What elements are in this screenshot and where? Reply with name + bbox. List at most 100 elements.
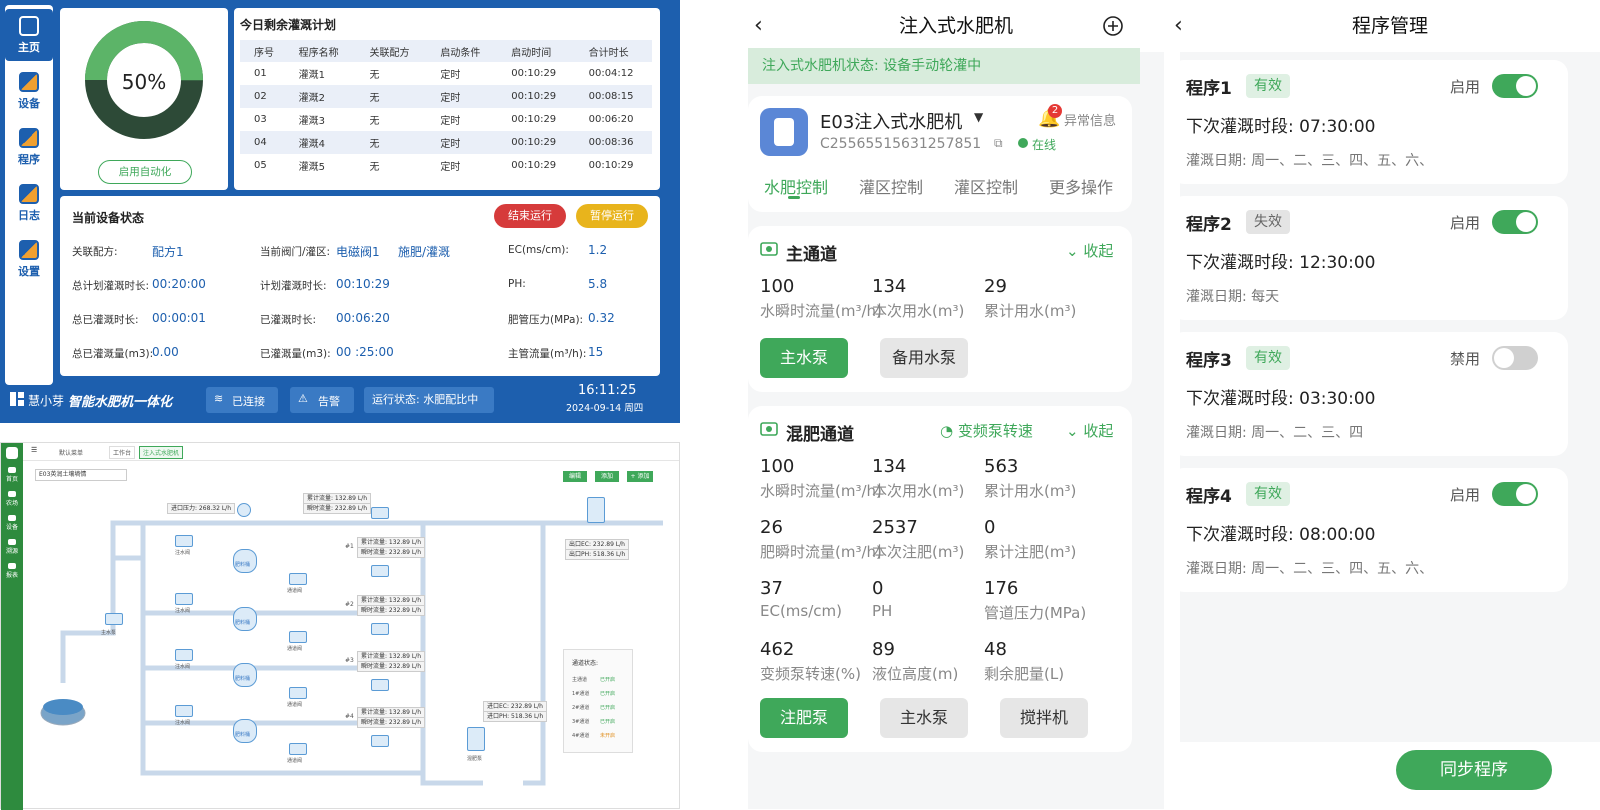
program-card: 程序4 有效 启用 下次灌溉时段: 08:00:00 灌溉日期: 周一、二、三、四、五、…	[1170, 468, 1568, 592]
table-cell: 03	[254, 114, 267, 125]
channel-number: #1	[345, 543, 354, 550]
table-cell: 00:08:15	[574, 85, 652, 108]
water-valve-node[interactable]	[175, 593, 193, 605]
mobile-program-management-screen: ‹ 程序管理 程序1 有效 启用 下次灌溉时段: 07:30:00 灌溉日期: 周一、二…	[1170, 0, 1600, 809]
stat-value: 2537	[872, 517, 918, 538]
collapse-main-button[interactable]: ⌄ 收起	[1066, 240, 1113, 261]
status-value: 1.2	[588, 243, 607, 257]
side-nav-item[interactable]: 报表	[1, 563, 23, 579]
table-cell: 灌溉3	[298, 116, 325, 127]
inlet-ph-label: 进口PH: 518.36 L/h	[483, 711, 548, 722]
alarm-text: 告警	[318, 395, 340, 408]
nav-item-1[interactable]: 设备	[5, 65, 53, 117]
inlet-pressure-label: 进口压力: 268.32 L/h	[167, 503, 235, 514]
nav-item-0[interactable]: 主页	[5, 9, 53, 61]
main-pump-node[interactable]	[105, 613, 123, 625]
flowmeter-node[interactable]	[371, 507, 389, 519]
program-toggle[interactable]	[1492, 210, 1538, 234]
tab-3[interactable]: 更多操作	[1049, 174, 1113, 198]
page-title: 注入式水肥机	[898, 15, 1013, 37]
stop-run-button[interactable]: 结束运行	[494, 204, 566, 228]
enable-automation-button[interactable]: 启用自动化	[98, 160, 192, 184]
log-icon	[19, 183, 39, 204]
nav-item-2[interactable]: 程序	[5, 121, 53, 173]
pass-valve-node[interactable]	[289, 687, 307, 699]
outlet-sensor-node[interactable]	[587, 497, 605, 523]
sync-program-button[interactable]: 同步程序	[1396, 750, 1552, 790]
pause-run-button[interactable]: 暂停运行	[576, 204, 648, 228]
device-serial: C25565515631257851	[820, 136, 982, 152]
water-valve-node[interactable]	[175, 649, 193, 661]
channel-flowmeter-node[interactable]	[371, 565, 389, 577]
nav-item-4[interactable]: 设置	[5, 233, 53, 285]
menu-icon[interactable]: ☰	[31, 446, 37, 454]
channel-flowmeter-node[interactable]	[371, 735, 389, 747]
vfd-speed-button[interactable]: ◔ 变频泵转速	[940, 420, 1033, 441]
back-icon[interactable]: ‹	[754, 0, 763, 52]
device-select[interactable]: E03英润土壤墒情	[35, 469, 127, 481]
add-circle-icon[interactable]	[1102, 15, 1124, 37]
vfd-text: 变频泵转速	[957, 422, 1033, 440]
mixer-button[interactable]: 搅拌机	[1000, 698, 1088, 738]
stat-value: 563	[984, 456, 1019, 477]
side-nav-item[interactable]: 设备	[1, 515, 23, 531]
side-nav-item[interactable]: 溯源	[1, 539, 23, 555]
edit-button[interactable]: 编辑	[563, 471, 587, 482]
stat-label: 累计注肥(m³)	[984, 543, 1077, 561]
switch-label: 禁用	[1450, 350, 1481, 368]
sidebar: 主页 设备 程序 日志 设置	[5, 5, 53, 385]
progress-card: 50% 启用自动化	[60, 8, 228, 190]
pass-valve-node[interactable]	[289, 631, 307, 643]
program-toggle[interactable]	[1492, 74, 1538, 98]
program-toggle[interactable]	[1492, 482, 1538, 506]
add-button[interactable]: 添加	[595, 471, 619, 482]
mix-pump-node[interactable]	[467, 727, 485, 751]
logo-icon	[6, 447, 18, 459]
collapse-mix-button[interactable]: ⌄ 收起	[1066, 420, 1113, 441]
page-title: 程序管理	[1351, 15, 1428, 37]
stat-value: 37	[760, 578, 783, 599]
table-cell: 无	[355, 131, 427, 154]
status-value: 0.32	[588, 311, 615, 325]
table-cell: 灌溉2	[284, 85, 356, 108]
fertilizer-pump-button[interactable]: 注肥泵	[760, 698, 848, 738]
stat-value: 100	[760, 276, 795, 297]
nav-item-3[interactable]: 日志	[5, 177, 53, 229]
side-nav-item[interactable]: 首页	[1, 467, 23, 483]
water-valve-node[interactable]	[175, 535, 193, 547]
table-cell: 无	[369, 70, 380, 81]
side-nav-item[interactable]: 农场	[1, 491, 23, 507]
alert-info-link[interactable]: 异常信息	[1064, 110, 1116, 129]
table-row: 02 灌溉2 无定时 00:10:29 00:08:15	[240, 85, 652, 108]
pass-valve-node[interactable]	[289, 573, 307, 585]
tab-bar: ☰ 默认菜单 工作台 注入式水肥机	[23, 443, 679, 461]
side-nav-icon	[8, 539, 16, 545]
channel-icon	[760, 242, 778, 256]
program-name: 程序4	[1186, 487, 1232, 507]
tab-2[interactable]: 灌区控制	[954, 174, 1018, 198]
main-pump-button[interactable]: 主水泵	[760, 338, 848, 378]
copy-icon[interactable]: ⧉	[994, 136, 1003, 151]
pressure-gauge-node[interactable]	[237, 503, 251, 517]
stat-value: 0	[872, 578, 884, 599]
tab-injection-machine[interactable]: 注入式水肥机	[139, 446, 184, 459]
water-valve-node[interactable]	[175, 705, 193, 717]
device-dropdown-icon[interactable]: ▼	[974, 110, 983, 124]
back-icon[interactable]: ‹	[1174, 0, 1183, 52]
main-pump-button-2[interactable]: 主水泵	[880, 698, 968, 738]
add-more-button[interactable]: + 添加	[627, 471, 653, 482]
channel-flowmeter-node[interactable]	[371, 623, 389, 635]
stat-value: 48	[984, 639, 1007, 660]
backup-pump-button[interactable]: 备用水泵	[880, 338, 968, 378]
status-value-text: 0.32	[588, 311, 615, 325]
channel-flowmeter-node[interactable]	[371, 679, 389, 691]
tab-0[interactable]: 水肥控制	[764, 174, 828, 198]
program-toggle[interactable]	[1492, 346, 1538, 370]
tab-workbench[interactable]: 工作台	[109, 446, 136, 459]
tab-default-menu[interactable]: 默认菜单	[59, 448, 83, 457]
pass-valve-node[interactable]	[289, 743, 307, 755]
status-value: 5.8	[588, 277, 607, 291]
tab-1[interactable]: 灌区控制	[859, 174, 923, 198]
alarm-button[interactable]: ⚠ 告警	[290, 387, 354, 413]
bottom-bar: 同步程序	[1170, 742, 1600, 809]
